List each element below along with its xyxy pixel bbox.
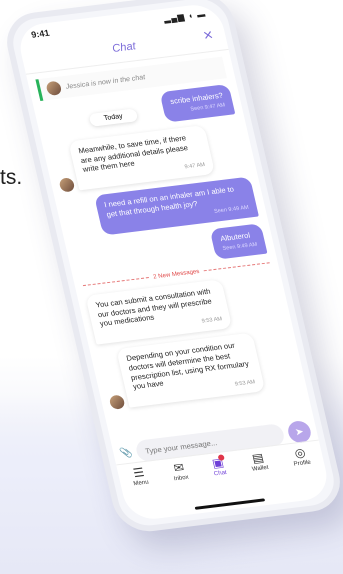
- message-bubble: Meanwhile, to save time, if there are an…: [68, 124, 216, 191]
- wallet-icon: ▤: [250, 450, 266, 466]
- message-bubble: Depending on your condition our doctors …: [116, 332, 266, 408]
- agent-avatar: [58, 177, 76, 193]
- tab-profile[interactable]: ◎ Profile: [290, 445, 312, 468]
- message-incoming: You can submit a consultation with our d…: [85, 279, 233, 345]
- attach-icon[interactable]: 📎: [119, 447, 134, 459]
- message-incoming: Depending on your condition our doctors …: [98, 332, 266, 411]
- tab-inbox[interactable]: ✉ Inbox: [170, 460, 190, 483]
- message-incoming: Meanwhile, to save time, if there are an…: [50, 124, 216, 193]
- message-outgoing: Albuterol Seen 9:49 AM: [210, 223, 268, 260]
- message-bubble: You can submit a consultation with our d…: [85, 279, 233, 345]
- menu-icon: ☰: [131, 465, 146, 481]
- agent-avatar: [45, 80, 63, 96]
- message-outgoing: scribe inhalers? Seen 9:47 AM: [159, 83, 236, 123]
- signal-wifi-battery-icon: ▂▄▆ ◖ ▬: [162, 9, 207, 24]
- tab-label: Profile: [293, 459, 312, 468]
- status-time: 9:41: [30, 27, 51, 40]
- page-title: Chat: [111, 40, 137, 55]
- profile-icon: ◎: [293, 445, 307, 461]
- inbox-icon: ✉: [172, 460, 186, 476]
- tab-label: Chat: [213, 469, 228, 478]
- close-icon[interactable]: ×: [202, 27, 215, 46]
- tab-chat[interactable]: ▣ Chat: [210, 454, 228, 478]
- tab-wallet[interactable]: ▤ Wallet: [248, 450, 270, 473]
- divider-label: 2 New Messages: [152, 268, 201, 281]
- message-time: Seen 9:49 AM: [222, 241, 258, 252]
- message-text: Albuterol: [219, 230, 251, 244]
- background-text: ts.: [0, 166, 23, 189]
- tab-label: Inbox: [173, 474, 190, 483]
- message-list: scribe inhalers? Seen 9:47 AM Meanwhile,…: [33, 81, 307, 413]
- tab-label: Wallet: [251, 464, 270, 473]
- home-indicator: [194, 498, 265, 510]
- tab-label: Menu: [133, 479, 150, 488]
- tab-menu[interactable]: ☰ Menu: [130, 465, 150, 488]
- agent-avatar: [108, 394, 126, 411]
- send-icon: ➤: [294, 426, 305, 438]
- joined-text: Jessica is now in the chat: [65, 73, 146, 91]
